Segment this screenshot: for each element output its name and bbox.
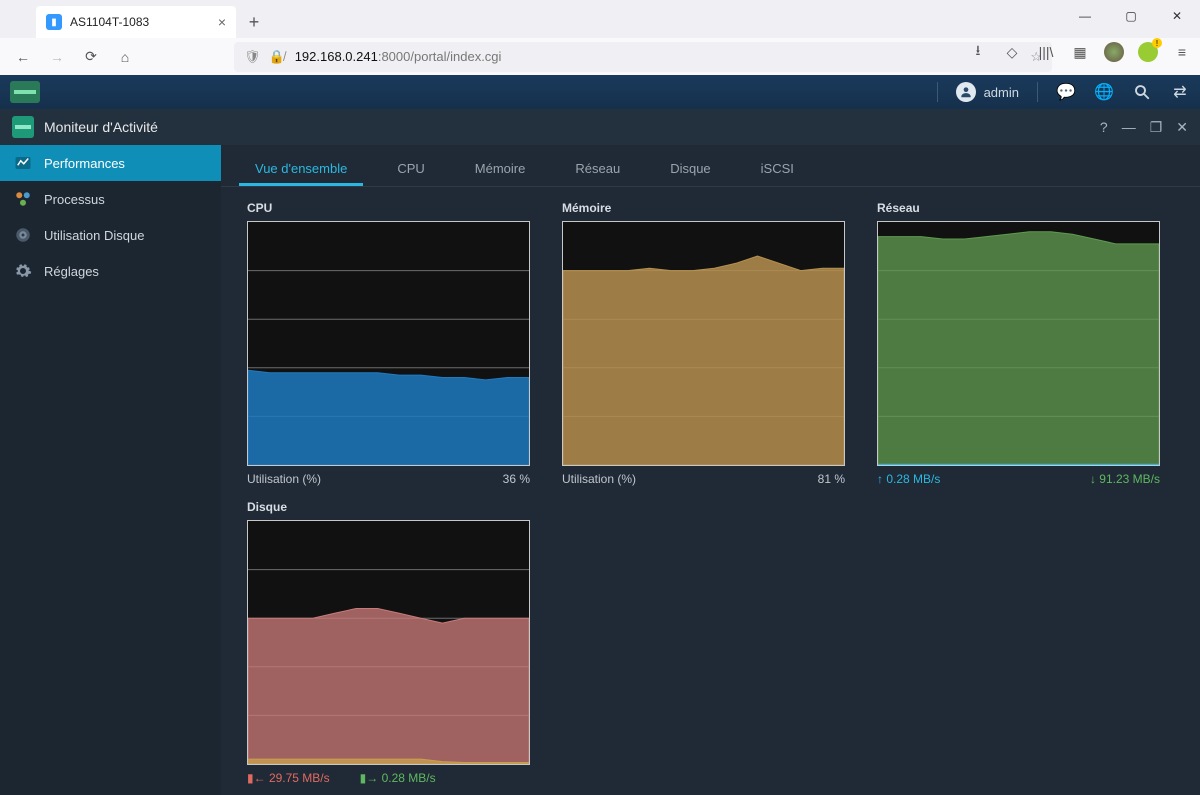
tab-close-icon[interactable]: × <box>218 14 226 30</box>
extensions-icon[interactable] <box>1138 42 1158 62</box>
window-title: Moniteur d'Activité <box>44 119 158 135</box>
globe-icon[interactable]: 🌐 <box>1094 82 1114 102</box>
tab-iscsi[interactable]: iSCSI <box>745 161 810 186</box>
chat-icon[interactable]: 💬 <box>1056 82 1076 102</box>
search-icon[interactable] <box>1132 82 1152 102</box>
gear-icon <box>14 262 32 280</box>
maximize-icon[interactable]: ❐ <box>1150 119 1163 136</box>
sidebar-label: Processus <box>44 192 105 207</box>
panel-network: Réseau ↑ 0.28 MB/s ↓ 91.23 MB/s <box>877 201 1160 486</box>
tab-cpu[interactable]: CPU <box>381 161 440 186</box>
shield-icon: 🛡 <box>244 49 261 65</box>
window-header: Moniteur d'Activité ? — ❐ ✕ <box>0 109 1200 145</box>
browser-tab[interactable]: ▮ AS1104T-1083 × <box>36 6 236 38</box>
sidebar: Performances Processus Utilisation Disqu… <box>0 145 221 795</box>
library-icon[interactable]: |||\ <box>1036 42 1056 62</box>
sidebar-item-processus[interactable]: Processus <box>0 181 221 217</box>
sidebar-item-disque[interactable]: Utilisation Disque <box>0 217 221 253</box>
panel-title: Mémoire <box>562 201 845 215</box>
app-logo-icon[interactable] <box>10 81 40 103</box>
app-topbar: admin 💬 🌐 ⇄ <box>0 75 1200 109</box>
chart-icon <box>14 154 32 172</box>
tab-overview[interactable]: Vue d'ensemble <box>239 161 363 186</box>
network-down: ↓ 91.23 MB/s <box>1090 472 1160 486</box>
network-up: ↑ 0.28 MB/s <box>877 472 940 486</box>
tab-title: AS1104T-1083 <box>70 15 149 29</box>
window-maximize[interactable]: ▢ <box>1108 0 1154 32</box>
user-menu[interactable]: admin <box>956 82 1019 102</box>
tabs: Vue d'ensemble CPU Mémoire Réseau Disque… <box>221 149 1200 187</box>
favicon-icon: ▮ <box>46 14 62 30</box>
nav-home[interactable]: ⌂ <box>110 42 140 72</box>
sidebar-label: Réglages <box>44 264 99 279</box>
activity-monitor-icon <box>12 116 34 138</box>
lock-strike-icon: 🔒̸ <box>269 49 285 65</box>
preferences-icon[interactable]: ⇄ <box>1170 82 1190 102</box>
browser-chrome: — ▢ ✕ ▮ AS1104T-1083 × + ← → ⟳ ⌂ 🛡 🔒̸ 19… <box>0 0 1200 75</box>
sidebar-item-reglages[interactable]: Réglages <box>0 253 221 289</box>
user-avatar-icon <box>956 82 976 102</box>
footer-value: 81 % <box>818 472 845 486</box>
disk-write: ▮→ 0.28 MB/s <box>360 771 436 785</box>
sidebar-item-performances[interactable]: Performances <box>0 145 221 181</box>
new-tab-button[interactable]: + <box>240 8 268 36</box>
chart-memory[interactable] <box>562 221 845 466</box>
url-bar[interactable]: 🛡 🔒̸ 192.168.0.241:8000/portal/index.cgi… <box>234 42 1052 72</box>
url-host: 192.168.0.241 <box>295 49 378 64</box>
grid-icon[interactable]: ▦ <box>1070 42 1090 62</box>
tab-network[interactable]: Réseau <box>559 161 636 186</box>
footer-value: 36 % <box>503 472 530 486</box>
window-close[interactable]: ✕ <box>1154 0 1200 32</box>
menu-icon[interactable]: ≡ <box>1172 42 1192 62</box>
disk-read: ▮← 29.75 MB/s <box>247 771 330 785</box>
nav-back[interactable]: ← <box>8 42 38 72</box>
pocket-icon[interactable]: ◇ <box>1002 42 1022 62</box>
nav-reload[interactable]: ⟳ <box>76 42 106 72</box>
panel-cpu: CPU Utilisation (%) 36 % <box>247 201 530 486</box>
chart-disk[interactable] <box>247 520 530 765</box>
panel-disk: Disque ▮← 29.75 MB/s ▮→ 0.28 MB/s <box>247 500 530 785</box>
panel-title: Réseau <box>877 201 1160 215</box>
username: admin <box>984 85 1019 100</box>
panel-title: Disque <box>247 500 530 514</box>
chart-cpu[interactable] <box>247 221 530 466</box>
profile-avatar-icon[interactable] <box>1104 42 1124 62</box>
url-path: :8000/portal/index.cgi <box>378 49 502 64</box>
panel-memory: Mémoire Utilisation (%) 81 % <box>562 201 845 486</box>
disk-icon <box>14 226 32 244</box>
process-icon <box>14 190 32 208</box>
footer-label: Utilisation (%) <box>247 472 321 486</box>
help-icon[interactable]: ? <box>1100 119 1108 136</box>
nav-forward: → <box>42 42 72 72</box>
sidebar-label: Performances <box>44 156 125 171</box>
download-icon[interactable]: ⭳ <box>968 42 988 62</box>
chart-network[interactable] <box>877 221 1160 466</box>
sidebar-label: Utilisation Disque <box>44 228 144 243</box>
tab-memory[interactable]: Mémoire <box>459 161 542 186</box>
footer-label: Utilisation (%) <box>562 472 636 486</box>
panel-title: CPU <box>247 201 530 215</box>
tab-disk[interactable]: Disque <box>654 161 726 186</box>
close-icon[interactable]: ✕ <box>1176 119 1188 136</box>
window-minimize[interactable]: — <box>1062 0 1108 32</box>
minimize-icon[interactable]: — <box>1122 119 1136 136</box>
